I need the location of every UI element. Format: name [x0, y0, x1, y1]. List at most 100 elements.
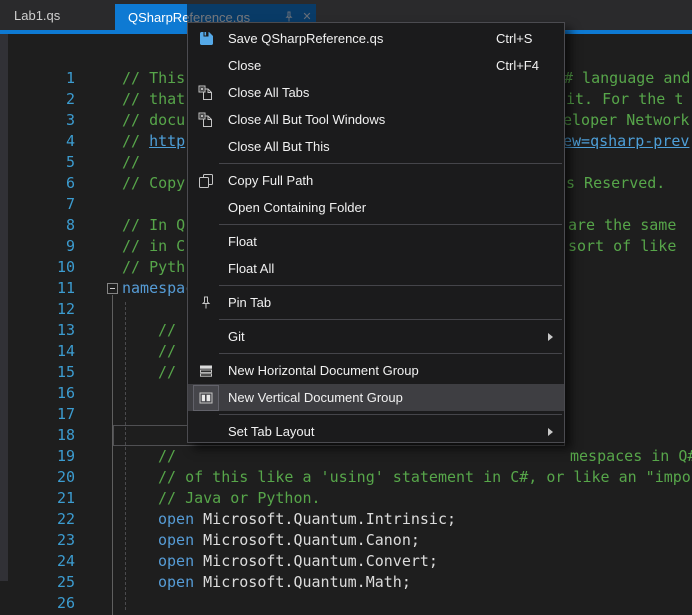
menu-item-save-qsharpreference-qs[interactable]: Save QSharpReference.qsCtrl+S	[188, 25, 564, 52]
code-token: mespaces in Q#	[570, 447, 692, 465]
code-text: //	[158, 446, 176, 467]
code-text: s Reserved.	[566, 173, 665, 194]
code-token: s Reserved.	[566, 174, 665, 192]
menu-item-pin-tab[interactable]: Pin Tab	[188, 289, 564, 316]
code-text: it. For the t	[566, 89, 683, 110]
code-token: eloper Network	[563, 111, 689, 129]
code-token: it. For the t	[566, 90, 683, 108]
code-line[interactable]: 19 // mespaces in Q#	[0, 446, 692, 467]
menu-shadow-veil	[187, 4, 316, 22]
tab-context-menu: Save QSharpReference.qsCtrl+SCloseCtrl+F…	[187, 22, 565, 443]
code-token: // docu	[122, 111, 185, 129]
line-number[interactable]: 14	[18, 341, 75, 362]
code-text: // in C	[122, 236, 185, 257]
line-number[interactable]: 19	[18, 446, 75, 467]
line-number[interactable]: 23	[18, 530, 75, 551]
menu-separator	[219, 163, 562, 164]
line-number[interactable]: 18	[18, 425, 75, 446]
line-number[interactable]: 12	[18, 299, 75, 320]
close-all-but-icon	[193, 107, 219, 133]
line-number[interactable]: 22	[18, 509, 75, 530]
menu-item-open-containing-folder[interactable]: Open Containing Folder	[188, 194, 564, 221]
menu-separator	[219, 414, 562, 415]
line-number[interactable]: 4	[18, 131, 75, 152]
menu-item-label: Close All But This	[228, 139, 330, 154]
code-line[interactable]: 24open Microsoft.Quantum.Convert;	[0, 551, 692, 572]
line-number[interactable]: 1	[18, 68, 75, 89]
menu-separator	[219, 353, 562, 354]
code-token: Microsoft.Quantum.Intrinsic;	[203, 510, 456, 528]
code-token: are the same	[568, 216, 676, 234]
code-token: // that	[122, 90, 185, 108]
code-text: //	[158, 341, 176, 362]
line-number[interactable]: 11	[18, 278, 75, 299]
code-token: //	[158, 363, 176, 381]
line-number[interactable]: 24	[18, 551, 75, 572]
code-token: // Copy	[122, 174, 185, 192]
line-number[interactable]: 6	[18, 173, 75, 194]
indent-guide-line	[125, 302, 126, 610]
tab-label: Lab1.qs	[14, 8, 60, 23]
line-number[interactable]: 17	[18, 404, 75, 425]
code-token: Microsoft.Quantum.Math;	[203, 573, 411, 591]
code-line[interactable]: 20 // of this like a 'using' statement in…	[0, 467, 692, 488]
line-number[interactable]: 20	[18, 467, 75, 488]
menu-separator	[219, 319, 562, 320]
line-number[interactable]: 7	[18, 194, 75, 215]
line-number[interactable]: 21	[18, 488, 75, 509]
empty-icon	[193, 256, 219, 282]
line-number[interactable]: 26	[18, 593, 75, 614]
outline-guide-line	[112, 295, 113, 615]
code-link[interactable]: ew=qsharp-prev	[563, 132, 689, 150]
menu-item-new-horizontal-document-group[interactable]: New Horizontal Document Group	[188, 357, 564, 384]
code-text: //	[158, 320, 176, 341]
code-token: // of this like a 'using' statement in C…	[158, 468, 692, 486]
code-token: Microsoft.Quantum.Convert;	[203, 552, 438, 570]
menu-item-float-all[interactable]: Float All	[188, 255, 564, 282]
code-text: //	[122, 152, 140, 173]
code-link[interactable]: http	[149, 132, 185, 150]
line-number[interactable]: 15	[18, 362, 75, 383]
code-line[interactable]: 22open Microsoft.Quantum.Intrinsic;	[0, 509, 692, 530]
code-line[interactable]: 21// Java or Python.	[0, 488, 692, 509]
line-number[interactable]: 3	[18, 110, 75, 131]
menu-item-close-all-but-tool-windows[interactable]: Close All But Tool Windows	[188, 106, 564, 133]
code-line[interactable]: 25 open Microsoft.Quantum.Math;	[0, 572, 692, 593]
code-text: // Copy	[122, 173, 185, 194]
code-token: //	[158, 342, 176, 360]
line-number[interactable]: 25	[18, 572, 75, 593]
menu-item-label: Float	[228, 234, 257, 249]
empty-icon	[193, 419, 219, 445]
menu-separator	[219, 285, 562, 286]
code-line[interactable]: 26	[0, 593, 692, 614]
tab-lab1[interactable]: Lab1.qs	[0, 0, 126, 30]
empty-icon	[193, 134, 219, 160]
code-token: // in C	[122, 237, 185, 255]
code-token: # language and	[564, 69, 690, 87]
fold-collapse-icon[interactable]	[107, 283, 118, 294]
code-text: // of this like a 'using' statement in C…	[158, 467, 692, 488]
menu-item-set-tab-layout[interactable]: Set Tab Layout	[188, 418, 564, 445]
line-number[interactable]: 16	[18, 383, 75, 404]
code-line[interactable]: 23open Microsoft.Quantum.Canon;	[0, 530, 692, 551]
code-token: //	[158, 321, 176, 339]
line-number[interactable]: 9	[18, 236, 75, 257]
menu-item-close-all-but-this[interactable]: Close All But This	[188, 133, 564, 160]
menu-item-close[interactable]: CloseCtrl+F4	[188, 52, 564, 79]
code-token: open	[158, 573, 203, 591]
save-icon	[193, 26, 219, 52]
menu-item-new-vertical-document-group[interactable]: New Vertical Document Group	[188, 384, 564, 411]
menu-item-git[interactable]: Git	[188, 323, 564, 350]
menu-item-copy-full-path[interactable]: Copy Full Path	[188, 167, 564, 194]
line-number[interactable]: 13	[18, 320, 75, 341]
menu-item-float[interactable]: Float	[188, 228, 564, 255]
menu-item-label: New Horizontal Document Group	[228, 363, 419, 378]
line-number[interactable]: 10	[18, 257, 75, 278]
menu-item-close-all-tabs[interactable]: Close All Tabs	[188, 79, 564, 106]
line-number[interactable]: 2	[18, 89, 75, 110]
menu-item-label: Git	[228, 329, 245, 344]
code-text: // that	[122, 89, 185, 110]
line-number[interactable]: 5	[18, 152, 75, 173]
code-text: // docu	[122, 110, 185, 131]
line-number[interactable]: 8	[18, 215, 75, 236]
